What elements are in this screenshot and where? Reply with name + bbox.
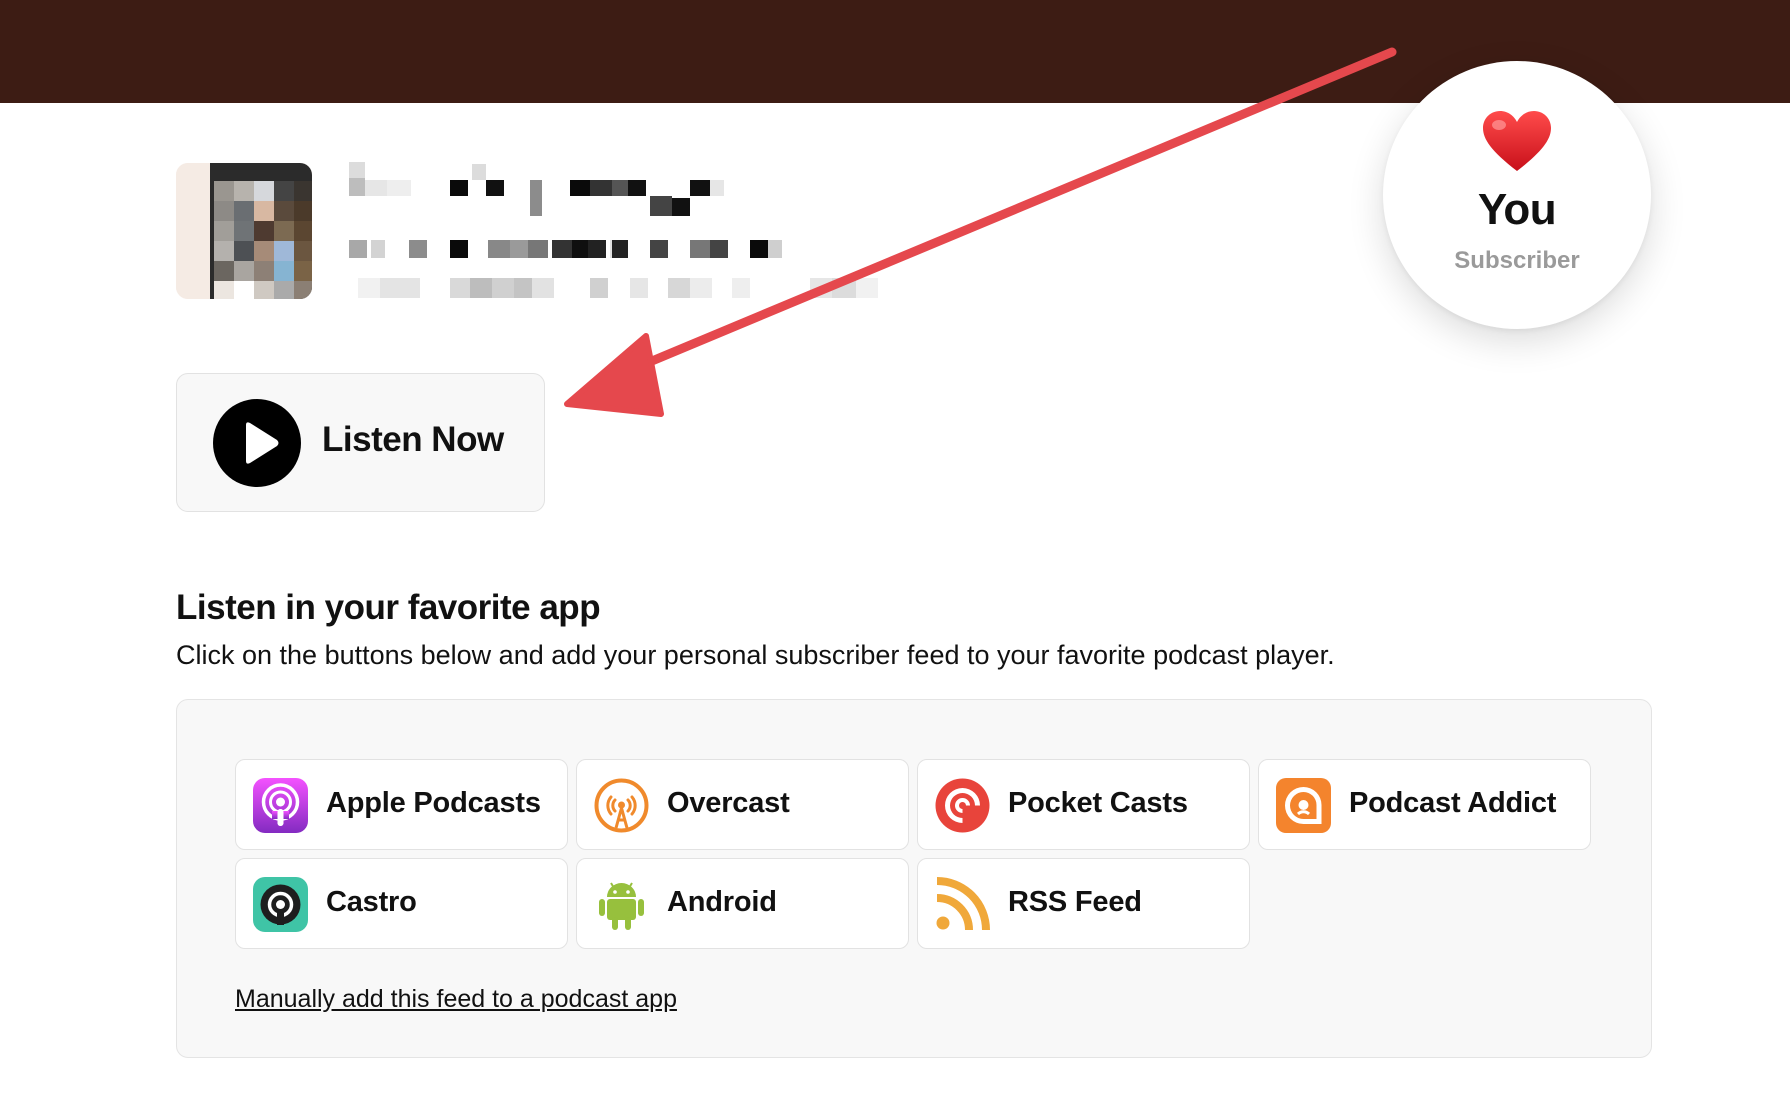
subscriber-name: You xyxy=(1477,185,1557,234)
android-icon xyxy=(594,877,649,932)
heart-icon xyxy=(1383,111,1651,173)
listen-now-button[interactable]: Listen Now xyxy=(176,373,545,512)
app-label: Podcast Addict xyxy=(1349,787,1557,819)
listen-now-label: Listen Now xyxy=(322,420,504,459)
app-label: RSS Feed xyxy=(1008,886,1142,918)
android-button[interactable]: Android xyxy=(576,858,909,949)
redacted-podcast-title xyxy=(346,158,916,308)
app-label: Castro xyxy=(326,886,417,918)
podcast-addict-icon xyxy=(1276,778,1331,833)
play-icon xyxy=(213,399,301,487)
section-description: Click on the buttons below and add your … xyxy=(176,640,1335,670)
app-label: Pocket Casts xyxy=(1008,787,1188,819)
rss-icon xyxy=(935,877,990,932)
overcast-button[interactable]: Overcast xyxy=(576,759,909,850)
subscriber-role: Subscriber xyxy=(1454,247,1580,274)
rss-feed-button[interactable]: RSS Feed xyxy=(917,858,1250,949)
podcast-cover-image xyxy=(176,163,312,299)
castro-icon xyxy=(253,877,308,932)
pocket-casts-icon xyxy=(935,778,990,833)
apple-podcasts-icon xyxy=(253,778,308,833)
manual-add-feed-link[interactable]: Manually add this feed to a podcast app xyxy=(235,985,677,1014)
apps-panel: Apple Podcasts Overcast Pocket Casts Pod… xyxy=(176,699,1652,1058)
podcast-addict-button[interactable]: Podcast Addict xyxy=(1258,759,1591,850)
section-title: Listen in your favorite app xyxy=(176,588,601,627)
subscriber-badge: You Subscriber xyxy=(1383,61,1651,329)
pocket-casts-button[interactable]: Pocket Casts xyxy=(917,759,1250,850)
apple-podcasts-button[interactable]: Apple Podcasts xyxy=(235,759,568,850)
overcast-icon xyxy=(594,778,649,833)
app-label: Android xyxy=(667,886,777,918)
app-label: Overcast xyxy=(667,787,790,819)
castro-button[interactable]: Castro xyxy=(235,858,568,949)
app-label: Apple Podcasts xyxy=(326,787,541,819)
